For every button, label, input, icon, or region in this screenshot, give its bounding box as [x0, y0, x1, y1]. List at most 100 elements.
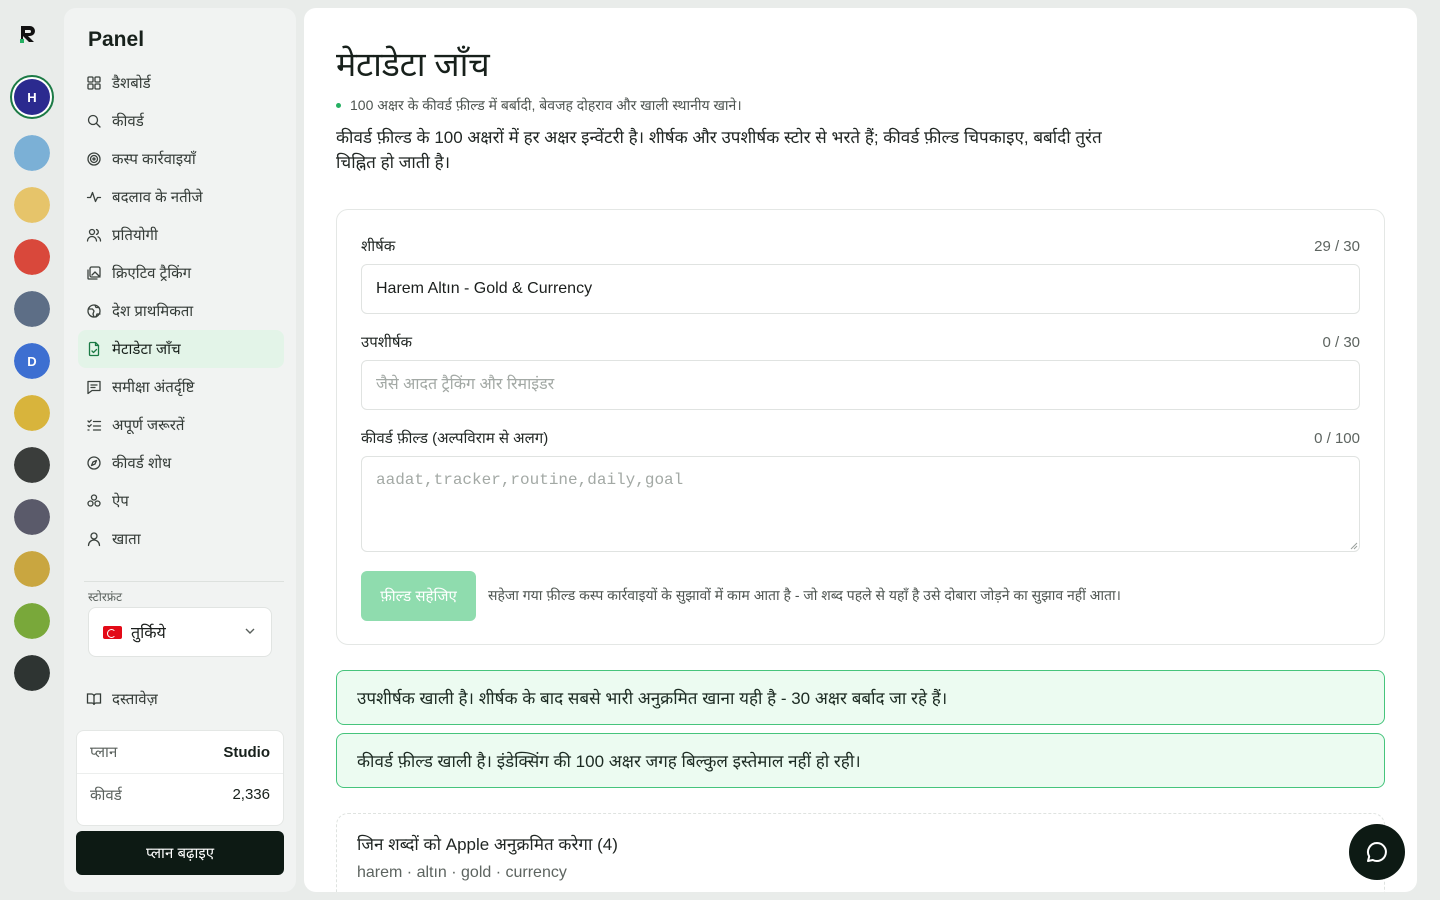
docs-label: दस्तावेज़	[112, 691, 158, 708]
upgrade-plan-button[interactable]: प्लान बढ़ाइए	[76, 831, 284, 875]
sidebar-item-label: कस्प कार्रवाइयाँ	[112, 151, 196, 168]
app-avatar: D	[14, 343, 50, 379]
app-avatar	[14, 395, 50, 431]
sidebar-item[interactable]: खाता	[78, 520, 284, 558]
keyword-count-key: कीवर्ड	[90, 786, 122, 804]
app-rail: HD	[0, 0, 64, 900]
rail-app-icon[interactable]	[14, 655, 50, 691]
rail-app-icon[interactable]	[14, 291, 50, 327]
metadata-form: शीर्षक 29 / 30 उपशीर्षक 0 / 30 कीवर्ड फ़…	[336, 209, 1385, 645]
rail-app-icon[interactable]	[14, 447, 50, 483]
app-avatar	[14, 499, 50, 535]
rail-app-icon[interactable]	[14, 603, 50, 639]
sidebar-item[interactable]: क्रिएटिव ट्रैकिंग	[78, 254, 284, 292]
sidebar: Panel डैशबोर्ड कीवर्ड कस्प कार्रवाइयाँ बदला…	[64, 8, 296, 892]
app-avatar	[14, 447, 50, 483]
checklist-icon	[86, 417, 102, 433]
app-avatar	[14, 239, 50, 275]
subtitle-input[interactable]	[361, 360, 1360, 410]
dashboard-icon	[86, 75, 102, 91]
sidebar-item[interactable]: देश प्राथमिकता	[78, 292, 284, 330]
turkey-flag-icon	[103, 625, 122, 639]
sidebar-item[interactable]: प्रतियोगी	[78, 216, 284, 254]
plan-card: प्लान Studio कीवर्ड 2,336	[76, 730, 284, 826]
storefront-label: स्टोरफ्रंट	[88, 590, 123, 604]
app-avatar	[14, 655, 50, 691]
subtitle-field-label: उपशीर्षक	[361, 334, 413, 351]
rail-app-icon[interactable]: D	[14, 343, 50, 379]
globe-icon	[86, 303, 102, 319]
brand-title: Panel	[88, 28, 145, 51]
book-icon	[86, 693, 102, 706]
sidebar-item-label: अपूर्ण जरूरतें	[112, 417, 185, 434]
plan-key: प्लान	[90, 744, 118, 761]
indexed-words-title: जिन शब्दों को Apple अनुक्रमित करेगा (4)	[357, 835, 618, 854]
activity-icon	[86, 189, 102, 205]
title-input[interactable]	[361, 264, 1360, 314]
main-panel: मेटाडेटा जाँच 100 अक्षर के कीवर्ड फ़ील्ड…	[304, 8, 1417, 892]
indexed-words-card: जिन शब्दों को Apple अनुक्रमित करेगा (4) …	[336, 813, 1385, 892]
compass-icon	[86, 455, 102, 471]
logo-icon[interactable]	[18, 24, 38, 44]
chat-button[interactable]	[1349, 824, 1405, 880]
app-avatar	[14, 551, 50, 587]
keywords-textarea[interactable]	[361, 456, 1360, 552]
page-title: मेटाडेटा जाँच	[336, 46, 490, 84]
sidebar-item-label: डैशबोर्ड	[112, 75, 151, 92]
sidebar-item-label: खाता	[112, 531, 141, 548]
user-icon	[86, 531, 102, 547]
subtitle-text: 100 अक्षर के कीवर्ड फ़ील्ड में बर्बादी, …	[350, 97, 742, 113]
save-note: सहेजा गया फ़ील्ड कस्प कार्रवाइयों के सुझ…	[488, 587, 1121, 603]
rail-app-icon[interactable]	[14, 239, 50, 275]
sidebar-item[interactable]: कस्प कार्रवाइयाँ	[78, 140, 284, 178]
plan-value: Studio	[223, 743, 270, 761]
rail-app-icon[interactable]	[14, 551, 50, 587]
chat-bubble-icon	[1367, 842, 1387, 862]
subtitle-char-count: 0 / 30	[1322, 334, 1360, 351]
rail-app-icon[interactable]	[14, 395, 50, 431]
indexed-words-list: harem · altın · gold · currency	[357, 864, 567, 881]
sidebar-item-label: प्रतियोगी	[112, 227, 158, 244]
app-avatar	[14, 187, 50, 223]
rail-app-icon[interactable]: H	[10, 75, 54, 119]
sidebar-item[interactable]: बदलाव के नतीजे	[78, 178, 284, 216]
file-check-icon	[86, 341, 102, 357]
rail-app-icon[interactable]	[14, 135, 50, 171]
sidebar-item-label: बदलाव के नतीजे	[112, 189, 203, 206]
message-icon	[86, 379, 102, 395]
sidebar-item[interactable]: ऐप	[78, 482, 284, 520]
keyword-count-row: कीवर्ड 2,336	[77, 773, 283, 815]
images-icon	[86, 265, 102, 281]
docs-link[interactable]: दस्तावेज़	[86, 686, 158, 712]
rail-app-icon[interactable]	[14, 187, 50, 223]
sidebar-item[interactable]: कीवर्ड	[78, 102, 284, 140]
chevron-down-icon	[245, 628, 255, 634]
sidebar-item-label: कीवर्ड शोध	[112, 455, 172, 472]
status-dot-icon	[336, 103, 341, 108]
page-description: कीवर्ड फ़ील्ड के 100 अक्षरों में हर अक्ष…	[336, 128, 1102, 172]
sidebar-item[interactable]: मेटाडेटा जाँच	[78, 330, 284, 368]
title-char-count: 29 / 30	[1314, 238, 1360, 255]
sidebar-item-label: ऐप	[112, 493, 129, 510]
storefront-select[interactable]: तुर्किये	[88, 607, 272, 657]
sidebar-item-label: क्रिएटिव ट्रैकिंग	[112, 265, 192, 282]
app-avatar	[14, 291, 50, 327]
sidebar-item-label: देश प्राथमिकता	[112, 303, 194, 320]
sidebar-item[interactable]: डैशबोर्ड	[78, 64, 284, 102]
save-fields-button[interactable]: फ़ील्ड सहेजिए	[361, 571, 476, 621]
apps-icon	[86, 493, 102, 509]
target-icon	[86, 151, 102, 167]
sidebar-item[interactable]: अपूर्ण जरूरतें	[78, 406, 284, 444]
resize-grip-icon[interactable]	[1350, 542, 1358, 550]
keywords-empty-alert: कीवर्ड फ़ील्ड खाली है। इंडेक्सिंग की 100…	[336, 733, 1385, 788]
sidebar-item[interactable]: कीवर्ड शोध	[78, 444, 284, 482]
sidebar-nav: डैशबोर्ड कीवर्ड कस्प कार्रवाइयाँ बदलाव के न…	[78, 64, 284, 558]
sidebar-item[interactable]: समीक्षा अंतर्दृष्टि	[78, 368, 284, 406]
page-subtitle: 100 अक्षर के कीवर्ड फ़ील्ड में बर्बादी, …	[336, 96, 742, 115]
app-avatar	[14, 603, 50, 639]
subtitle-empty-alert: उपशीर्षक खाली है। शीर्षक के बाद सबसे भार…	[336, 670, 1385, 725]
plan-row: प्लान Studio	[77, 731, 283, 773]
sidebar-item-label: मेटाडेटा जाँच	[112, 341, 181, 358]
rail-app-icon[interactable]	[14, 499, 50, 535]
users-icon	[86, 227, 102, 243]
